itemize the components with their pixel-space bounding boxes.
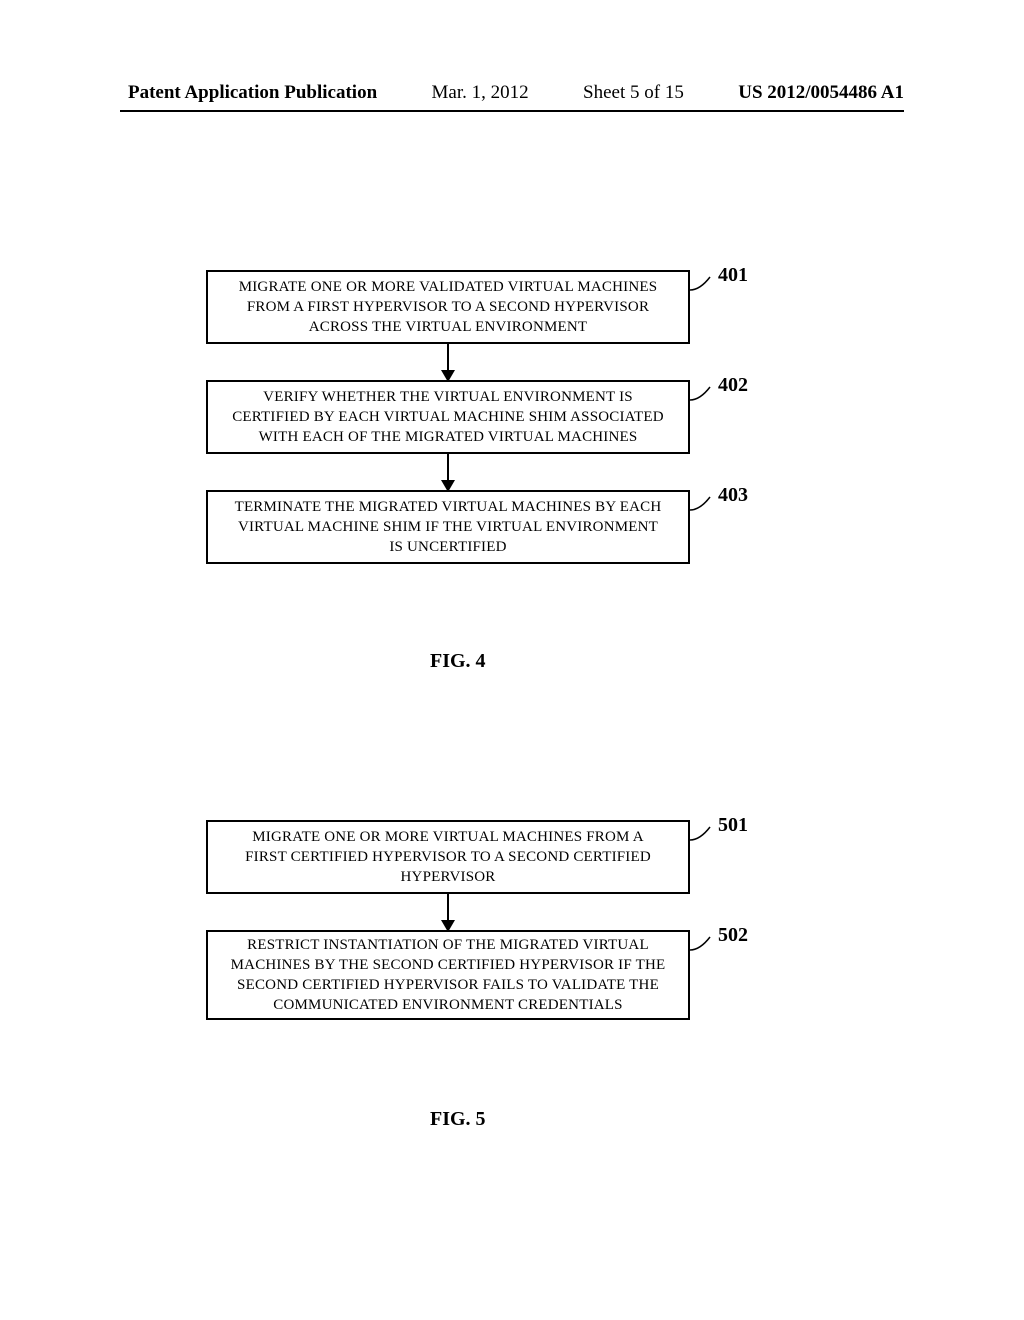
leader-line [690,496,712,512]
application-number: US 2012/0054486 A1 [738,82,904,104]
leader-line [690,936,712,952]
flow-step-text: MIGRATE ONE OR MORE VIRTUAL MACHINES FRO… [230,827,666,888]
step-number-402: 402 [718,374,748,397]
flow-connector [447,454,449,482]
leader-line [690,386,712,402]
flow-step-403: TERMINATE THE MIGRATED VIRTUAL MACHINES … [206,490,690,564]
publication-date: Mar. 1, 2012 [432,82,529,104]
sheet-number: Sheet 5 of 15 [583,82,684,104]
flow-step-text: TERMINATE THE MIGRATED VIRTUAL MACHINES … [230,497,666,558]
step-number-501: 501 [718,814,748,837]
step-number-401: 401 [718,264,748,287]
flow-step-402: VERIFY WHETHER THE VIRTUAL ENVIRONMENT I… [206,380,690,454]
figure-4-caption: FIG. 4 [430,650,486,673]
flow-connector [447,344,449,372]
figure-5-caption: FIG. 5 [430,1108,486,1131]
flow-step-501: MIGRATE ONE OR MORE VIRTUAL MACHINES FRO… [206,820,690,894]
page-header: Patent Application Publication Mar. 1, 2… [0,82,1024,104]
flow-step-text: RESTRICT INSTANTIATION OF THE MIGRATED V… [230,935,666,1016]
flow-step-text: VERIFY WHETHER THE VIRTUAL ENVIRONMENT I… [230,387,666,448]
flow-step-text: MIGRATE ONE OR MORE VALIDATED VIRTUAL MA… [230,277,666,338]
flow-step-401: MIGRATE ONE OR MORE VALIDATED VIRTUAL MA… [206,270,690,344]
flow-connector [447,894,449,922]
flow-step-502: RESTRICT INSTANTIATION OF THE MIGRATED V… [206,930,690,1020]
leader-line [690,826,712,842]
step-number-502: 502 [718,924,748,947]
leader-line [690,276,712,292]
header-rule [120,110,904,112]
publication-label: Patent Application Publication [128,82,377,104]
step-number-403: 403 [718,484,748,507]
